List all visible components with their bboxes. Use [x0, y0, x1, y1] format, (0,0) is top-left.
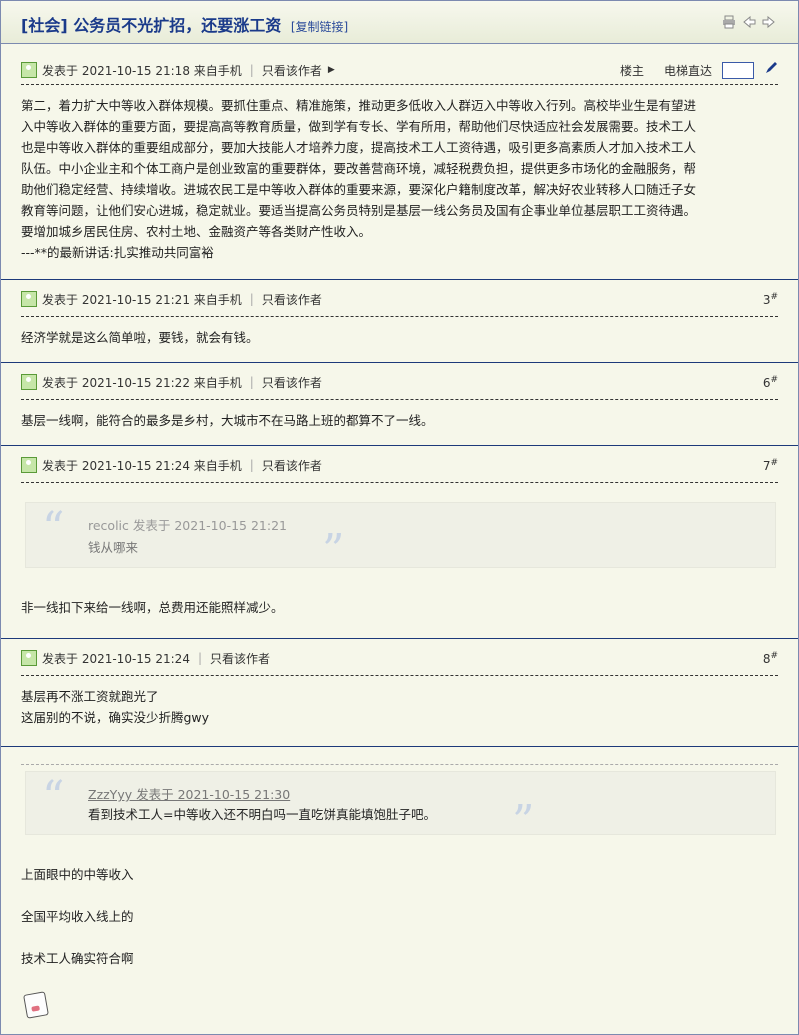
only-author-link[interactable]: 只看该作者: [210, 650, 270, 667]
post-content-line: 技术工人确实符合啊: [21, 951, 134, 966]
post-meta-right: 楼主 电梯直达: [620, 61, 778, 79]
floor-number[interactable]: 7#: [763, 458, 778, 473]
quote-close-icon: ”: [322, 525, 345, 576]
user-icon[interactable]: [21, 374, 37, 390]
header-tools: [722, 15, 776, 32]
post-meta: 发表于 2021-10-15 21:18 来自手机 | 只看该作者 ▶ 楼主 电…: [21, 61, 778, 79]
post-time: 发表于 2021-10-15 21:21 来自手机: [42, 292, 242, 307]
post-meta: 发表于 2021-10-15 21:24 来自手机 | 只看该作者 7#: [21, 457, 778, 473]
content-line: 助他们稳定经营、持续增收。进城农民工是中等收入群体的重要来源，要深化户籍制度改革…: [21, 182, 697, 197]
elevator-label: 电梯直达: [663, 63, 712, 78]
post-floor-8: 发表于 2021-10-15 21:24 | 只看该作者 8# 基层再不涨工资就…: [1, 639, 798, 747]
meta-divider: [21, 675, 778, 676]
thread-header: [社会] 公务员不光扩招，还要涨工资 [复制链接]: [1, 1, 798, 44]
arrow-right-icon[interactable]: [762, 15, 776, 32]
meta-divider: [21, 482, 778, 483]
print-icon[interactable]: [722, 15, 736, 32]
post-content-line: 全国平均收入线上的: [21, 909, 134, 924]
thread-title-text: 公务员不光扩招，还要涨工资: [73, 16, 282, 35]
post-floor-3: 发表于 2021-10-15 21:21 来自手机 | 只看该作者 3# 经济学…: [1, 280, 798, 363]
meta-divider: [21, 399, 778, 400]
thread-title: [社会] 公务员不光扩招，还要涨工资 [复制链接]: [21, 12, 348, 36]
post-meta: 发表于 2021-10-15 21:24 | 只看该作者 8#: [21, 650, 778, 666]
post-time: 发表于 2021-10-15 21:24: [42, 651, 190, 666]
copy-link[interactable]: [复制链接]: [291, 20, 348, 34]
meta-separator: |: [249, 292, 254, 306]
thread-frame: [社会] 公务员不光扩招，还要涨工资 [复制链接] 发表于 2021-10-15…: [0, 0, 799, 1035]
quote-open-icon: “: [42, 503, 65, 554]
meta-separator: |: [197, 651, 202, 665]
meta-divider: [21, 84, 778, 85]
floor-number[interactable]: 3#: [763, 292, 778, 307]
floor-number[interactable]: 8#: [763, 651, 778, 666]
post-meta: 发表于 2021-10-15 21:21 来自手机 | 只看该作者 3#: [21, 291, 778, 307]
content-line: ---**的最新讲话:扎实推动共同富裕: [21, 245, 214, 260]
quote-open-icon: “: [42, 772, 65, 823]
post-content: 经济学就是这么简单啦，要钱，就会有钱。: [21, 330, 259, 345]
content-line: 队伍。中小企业主和个体工商户是创业致富的重要群体，要改善营商环境，减轻税费负担，…: [21, 161, 697, 176]
quote-author-link[interactable]: ZzzYyy 发表于 2021-10-15 21:30: [88, 784, 290, 803]
meta-separator: |: [249, 458, 254, 472]
quote-text: 钱从哪来: [88, 540, 139, 555]
post-floor-7: 发表于 2021-10-15 21:24 来自手机 | 只看该作者 7# “ r…: [1, 446, 798, 639]
content-line: 这届别的不说，确实没少折腾gwy: [21, 710, 210, 725]
post-time: 发表于 2021-10-15 21:24 来自手机: [42, 458, 242, 473]
quote-block: “ recolic 发表于 2021-10-15 21:21 钱从哪来 ”: [25, 502, 776, 573]
thread-tag[interactable]: [社会]: [21, 16, 68, 35]
meta-separator: |: [249, 63, 254, 77]
arrow-left-icon[interactable]: [742, 15, 756, 32]
only-author-link[interactable]: 只看该作者: [262, 457, 322, 474]
content-line: 要增加城乡居民住房、农村土地、金融资产等各类财产性收入。: [21, 224, 372, 239]
quote-text: 看到技术工人=中等收入还不明白吗一直吃饼真能填饱肚子吧。: [88, 807, 436, 822]
quote-author: recolic 发表于 2021-10-15 21:21: [88, 518, 287, 533]
content-line: 教育等问题，让他们安心进城，稳定就业。要适当提高公务员特别是基层一线公务员及国有…: [21, 203, 697, 218]
content-line: 入中等收入群体的重要方面，要提高高等教育质量，做到学有专长、学有所用，帮助他们尽…: [21, 119, 697, 134]
triangle-right-icon[interactable]: ▶: [328, 65, 335, 75]
post-time: 发表于 2021-10-15 21:22 来自手机: [42, 375, 242, 390]
post-content: 第二，着力扩大中等收入群体规模。要抓住重点、精准施策，推动更多低收入人群迈入中等…: [21, 95, 778, 263]
only-author-link[interactable]: 只看该作者: [262, 291, 322, 308]
meta-separator: |: [249, 375, 254, 389]
quote-block: “ ZzzYyy 发表于 2021-10-15 21:30 看到技术工人=中等收…: [25, 771, 776, 844]
signature-icon: [23, 991, 49, 1019]
post-time: 发表于 2021-10-15 21:18 来自手机: [42, 63, 242, 78]
content-line: 第二，着力扩大中等收入群体规模。要抓住重点、精准施策，推动更多低收入人群迈入中等…: [21, 98, 697, 113]
user-icon[interactable]: [21, 650, 37, 666]
meta-divider: [21, 316, 778, 317]
post-content: 基层一线啊，能符合的最多是乡村，大城市不在马路上班的都算不了一线。: [21, 413, 434, 428]
post-content-line: 上面眼中的中等收入: [21, 867, 134, 882]
only-author-link[interactable]: 只看该作者: [262, 62, 322, 79]
content-line: 基层再不涨工资就跑光了: [21, 689, 159, 704]
floor-number[interactable]: 6#: [763, 375, 778, 390]
post-meta: 发表于 2021-10-15 21:22 来自手机 | 只看该作者 6#: [21, 374, 778, 390]
post-floor-6: 发表于 2021-10-15 21:22 来自手机 | 只看该作者 6# 基层一…: [1, 363, 798, 446]
floor-jump-input[interactable]: [722, 61, 754, 79]
user-icon[interactable]: [21, 291, 37, 307]
post-content: 基层再不涨工资就跑光了 这届别的不说，确实没少折腾gwy: [21, 686, 778, 728]
post-content: 非一线扣下来给一线啊，总费用还能照样减少。: [21, 600, 284, 615]
louzhu-label: 楼主: [619, 63, 644, 78]
post-partial: “ ZzzYyy 发表于 2021-10-15 21:30 看到技术工人=中等收…: [1, 747, 798, 1034]
meta-divider: [21, 764, 778, 765]
user-icon[interactable]: [21, 62, 37, 78]
pen-icon[interactable]: [764, 61, 778, 79]
post-floor-1: 发表于 2021-10-15 21:18 来自手机 | 只看该作者 ▶ 楼主 电…: [1, 44, 798, 280]
user-icon[interactable]: [21, 457, 37, 473]
content-line: 也是中等收入群体的重要组成部分，要加大技能人才培养力度，提高技术工人工资待遇，吸…: [21, 140, 697, 155]
only-author-link[interactable]: 只看该作者: [262, 374, 322, 391]
quote-close-icon: ”: [512, 796, 535, 847]
